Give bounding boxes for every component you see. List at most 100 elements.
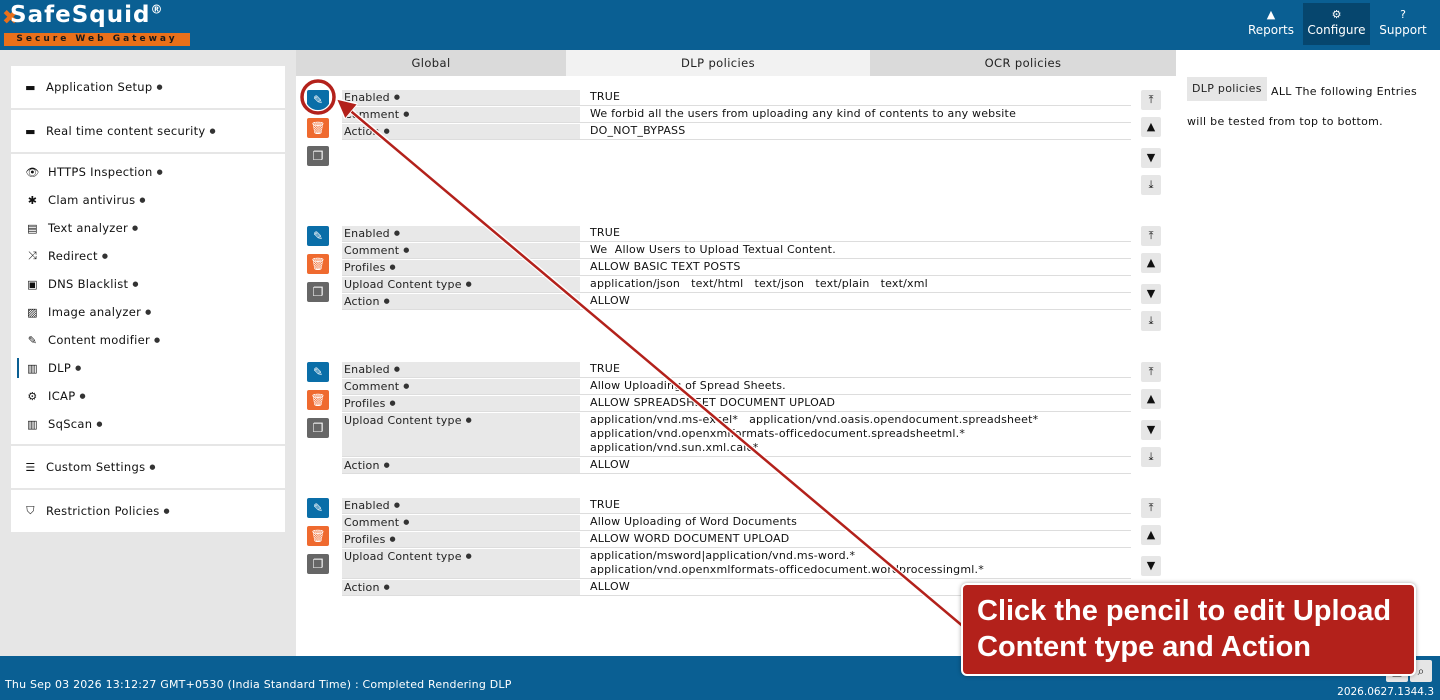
info-icon[interactable]: ● <box>466 552 472 560</box>
entry-field-row[interactable]: Action ● ALLOW <box>342 458 1131 474</box>
safesquid-logo[interactable]: ✖ SafeSquid® Secure Web Gateway <box>2 2 190 46</box>
sidebar-item-dlp[interactable]: ▥ DLP ● <box>11 354 285 382</box>
entry-field-row[interactable]: Profiles ● ALLOW SPREADSHEET DOCUMENT UPLO… <box>342 396 1131 412</box>
info-icon[interactable]: ● <box>403 382 409 390</box>
edit-pencil-button[interactable]: ✎ <box>307 362 329 382</box>
move-down-button[interactable]: ▼ <box>1141 556 1161 576</box>
tab-ocr-policies[interactable]: OCR policies <box>870 50 1176 76</box>
info-icon[interactable]: ● <box>466 416 472 424</box>
sidebar-item-text-analyzer[interactable]: ▤ Text analyzer ● <box>11 214 285 242</box>
sidebar-item-icap[interactable]: ⚙ ICAP ● <box>11 382 285 410</box>
info-icon[interactable]: ● <box>384 127 390 135</box>
info-icon[interactable]: ● <box>157 168 163 176</box>
info-icon[interactable]: ● <box>394 365 400 373</box>
info-icon[interactable]: ● <box>394 501 400 509</box>
info-icon[interactable]: ● <box>394 229 400 237</box>
sidebar-item-application-setup[interactable]: ▬ Application Setup ● <box>11 66 285 108</box>
delete-button[interactable]: 🗑 <box>307 118 329 138</box>
edit-pencil-button[interactable]: ✎ <box>307 226 329 246</box>
info-icon[interactable]: ● <box>209 127 215 135</box>
sidebar-item-image-analyzer[interactable]: ▨ Image analyzer ● <box>11 298 285 326</box>
info-icon[interactable]: ● <box>403 110 409 118</box>
entry-field-row[interactable]: Comment ● Allow Uploading of Spread Sheets… <box>342 379 1131 395</box>
move-up-button[interactable]: ▲ <box>1141 253 1161 273</box>
entry-field-row[interactable]: Profiles ● ALLOW WORD DOCUMENT UPLOAD <box>342 532 1131 548</box>
move-bottom-button[interactable]: ⤓ <box>1141 447 1161 467</box>
info-icon[interactable]: ● <box>384 583 390 591</box>
entry-field-row[interactable]: Enabled ● TRUE <box>342 226 1131 242</box>
info-icon[interactable]: ● <box>139 196 145 204</box>
sidebar-item-clam-antivirus[interactable]: ✱ Clam antivirus ● <box>11 186 285 214</box>
sidebar-item-sqscan[interactable]: ▥ SqScan ● <box>11 410 285 438</box>
info-icon[interactable]: ● <box>164 507 170 515</box>
info-icon[interactable]: ● <box>466 280 472 288</box>
entry-field-row[interactable]: Action ● DO_NOT_BYPASS <box>342 124 1131 140</box>
move-bottom-button[interactable]: ⤓ <box>1141 175 1161 195</box>
eye-icon: 👁 <box>25 165 40 179</box>
move-top-button[interactable]: ⤒ <box>1141 362 1161 382</box>
entry-field-row[interactable]: Profiles ● ALLOW BASIC TEXT POSTS <box>342 260 1131 276</box>
nav-configure-button[interactable]: ⚙ Configure <box>1303 3 1370 45</box>
info-icon[interactable]: ● <box>79 392 85 400</box>
sidebar-group-modules: 👁 HTTPS Inspection ● ✱ Clam antivirus ● ▤ Tex… <box>11 154 285 444</box>
info-icon[interactable]: ● <box>390 535 396 543</box>
move-down-button[interactable]: ▼ <box>1141 420 1161 440</box>
entry-field-row[interactable]: Enabled ● TRUE <box>342 362 1131 378</box>
info-icon[interactable]: ● <box>403 518 409 526</box>
sidebar-item-custom-settings[interactable]: ☰ Custom Settings ● <box>11 446 285 488</box>
info-icon[interactable]: ● <box>75 364 81 372</box>
move-up-button[interactable]: ▲ <box>1141 389 1161 409</box>
copy-button[interactable]: ❐ <box>307 282 329 302</box>
tab-dlp-policies[interactable]: DLP policies <box>566 50 870 76</box>
sidebar-item-restriction-policies[interactable]: ⛉ Restriction Policies ● <box>11 490 285 532</box>
entry-field-row[interactable]: Enabled ● TRUE <box>342 498 1131 514</box>
logo-text: SafeSquid® <box>10 2 164 28</box>
copy-button[interactable]: ❐ <box>307 418 329 438</box>
entry-field-row[interactable]: Upload Content type ● application/json tex… <box>342 277 1131 293</box>
info-icon[interactable]: ● <box>145 308 151 316</box>
info-icon[interactable]: ● <box>149 463 155 471</box>
entry-field-row[interactable]: Upload Content type ● application/vnd.ms-e… <box>342 413 1131 457</box>
info-icon[interactable]: ● <box>102 252 108 260</box>
info-icon[interactable]: ● <box>390 399 396 407</box>
move-bottom-button[interactable]: ⤓ <box>1141 311 1161 331</box>
nav-support-button[interactable]: ? Support <box>1372 3 1434 45</box>
move-down-button[interactable]: ▼ <box>1141 284 1161 304</box>
entry-field-row[interactable]: Comment ● We forbid all the users from upl… <box>342 107 1131 123</box>
info-icon[interactable]: ● <box>154 336 160 344</box>
info-icon[interactable]: ● <box>156 83 162 91</box>
sidebar-item-real-time-content-security[interactable]: ▬ Real time content security ● <box>11 110 285 152</box>
delete-button[interactable]: 🗑 <box>307 390 329 410</box>
sidebar-item-redirect[interactable]: ⤨ Redirect ● <box>11 242 285 270</box>
edit-pencil-button[interactable]: ✎ <box>307 498 329 518</box>
info-icon[interactable]: ● <box>384 297 390 305</box>
move-top-button[interactable]: ⤒ <box>1141 226 1161 246</box>
info-icon[interactable]: ● <box>403 246 409 254</box>
move-up-button[interactable]: ▲ <box>1141 117 1161 137</box>
copy-button[interactable]: ❐ <box>307 146 329 166</box>
move-down-button[interactable]: ▼ <box>1141 148 1161 168</box>
sidebar-item-content-modifier[interactable]: ✎ Content modifier ● <box>11 326 285 354</box>
edit-pencil-button[interactable]: ✎ <box>307 90 329 110</box>
tab-global[interactable]: Global <box>296 50 566 76</box>
entry-field-row[interactable]: Enabled ● TRUE <box>342 90 1131 106</box>
delete-button[interactable]: 🗑 <box>307 254 329 274</box>
info-icon[interactable]: ● <box>390 263 396 271</box>
entry-field-row[interactable]: Comment ● We Allow Users to Upload Textual… <box>342 243 1131 259</box>
info-icon[interactable]: ● <box>132 224 138 232</box>
move-up-button[interactable]: ▲ <box>1141 525 1161 545</box>
entry-field-row[interactable]: Action ● ALLOW <box>342 294 1131 310</box>
info-icon[interactable]: ● <box>394 93 400 101</box>
entry-field-row[interactable]: Upload Content type ● application/msword|a… <box>342 549 1131 579</box>
entry-field-row[interactable]: Comment ● Allow Uploading of Word Document… <box>342 515 1131 531</box>
info-icon[interactable]: ● <box>132 280 138 288</box>
move-top-button[interactable]: ⤒ <box>1141 90 1161 110</box>
info-icon[interactable]: ● <box>384 461 390 469</box>
sidebar-item-dns-blacklist[interactable]: ▣ DNS Blacklist ● <box>11 270 285 298</box>
info-icon[interactable]: ● <box>96 420 102 428</box>
nav-reports-button[interactable]: ▲ Reports <box>1242 3 1300 45</box>
sidebar-item-https-inspection[interactable]: 👁 HTTPS Inspection ● <box>11 158 285 186</box>
delete-button[interactable]: 🗑 <box>307 526 329 546</box>
copy-button[interactable]: ❐ <box>307 554 329 574</box>
move-top-button[interactable]: ⤒ <box>1141 498 1161 518</box>
